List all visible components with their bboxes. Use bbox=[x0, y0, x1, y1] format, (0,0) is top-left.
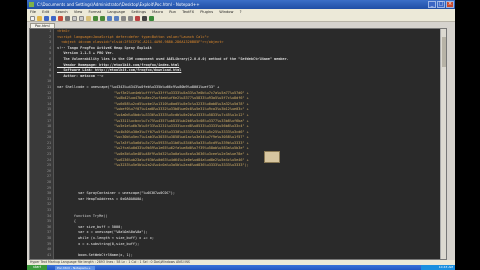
menu-plugins[interactable]: Plugins bbox=[200, 10, 213, 14]
app-icon bbox=[29, 2, 34, 7]
menu-run[interactable]: Run bbox=[169, 10, 176, 14]
print-icon[interactable] bbox=[65, 16, 70, 21]
record-macro-icon[interactable] bbox=[135, 16, 140, 21]
save-icon[interactable] bbox=[44, 16, 49, 21]
notepad-window: C:\Documents and Settings\Administrator\… bbox=[27, 0, 455, 270]
stop-macro-icon[interactable] bbox=[142, 16, 147, 21]
system-tray-clock: 10:43 AM bbox=[421, 265, 455, 270]
line-number: 41 bbox=[47, 252, 51, 257]
taskbar-item-notepad[interactable]: Poc.html - Notepad++ bbox=[55, 265, 95, 270]
play-macro-icon[interactable] bbox=[149, 16, 154, 21]
menu-help[interactable]: ? bbox=[240, 10, 242, 14]
copy-icon[interactable] bbox=[79, 16, 84, 21]
close-button[interactable]: × bbox=[446, 1, 454, 8]
window-title: C:\Documents and Settings\Administrator\… bbox=[37, 2, 200, 7]
minimize-button[interactable]: _ bbox=[428, 1, 436, 8]
cut-icon[interactable] bbox=[72, 16, 77, 21]
code-line[interactable]: boom.SetWebCtrlName(x, 1); bbox=[57, 253, 445, 259]
window-controls: _ □ × bbox=[428, 1, 454, 8]
menu-edit[interactable]: Edit bbox=[42, 10, 49, 14]
toolbar bbox=[27, 15, 455, 22]
save-all-icon[interactable] bbox=[51, 16, 56, 21]
code-text[interactable]: <html> <script language=JavaScript defer=… bbox=[57, 29, 445, 258]
line-number-gutter: 1 2 3 4 5 6 7 8 9 10 11 12 13 14 15 16 17 18 19 20 21 22 23 24 2… bbox=[30, 29, 54, 259]
menu-file[interactable]: File bbox=[30, 10, 36, 14]
menu-settings[interactable]: Settings bbox=[131, 10, 146, 14]
menu-view[interactable]: View bbox=[74, 10, 83, 14]
open-folder-icon[interactable] bbox=[37, 16, 42, 21]
new-file-icon[interactable] bbox=[30, 16, 35, 21]
maximize-button[interactable]: □ bbox=[437, 1, 445, 8]
vertical-scrollbar[interactable] bbox=[440, 29, 446, 259]
start-button[interactable]: start bbox=[27, 265, 47, 270]
menu-format[interactable]: Format bbox=[89, 10, 102, 14]
mouse-cursor-highlight bbox=[264, 151, 280, 163]
zoom-out-icon[interactable] bbox=[128, 16, 133, 21]
undo-icon[interactable] bbox=[93, 16, 98, 21]
title-bar[interactable]: C:\Documents and Settings\Administrator\… bbox=[27, 0, 455, 9]
redo-icon[interactable] bbox=[100, 16, 105, 21]
scrollbar-thumb[interactable] bbox=[442, 37, 446, 67]
menu-window[interactable]: Window bbox=[219, 10, 233, 14]
taskbar: start Poc.html - Notepad++ 10:43 AM bbox=[27, 265, 455, 270]
menu-textfx[interactable]: TextFX bbox=[182, 10, 194, 14]
code-editor[interactable]: 1 2 3 4 5 6 7 8 9 10 11 12 13 14 15 16 17 18 19 20 21 22 23 24 2… bbox=[29, 28, 447, 260]
find-icon[interactable] bbox=[107, 16, 112, 21]
menu-macro[interactable]: Macro bbox=[152, 10, 163, 14]
close-file-icon[interactable] bbox=[58, 16, 63, 21]
replace-icon[interactable] bbox=[114, 16, 119, 21]
menu-language[interactable]: Language bbox=[107, 10, 125, 14]
menu-search[interactable]: Search bbox=[55, 10, 67, 14]
paste-icon[interactable] bbox=[86, 16, 91, 21]
zoom-in-icon[interactable] bbox=[121, 16, 126, 21]
